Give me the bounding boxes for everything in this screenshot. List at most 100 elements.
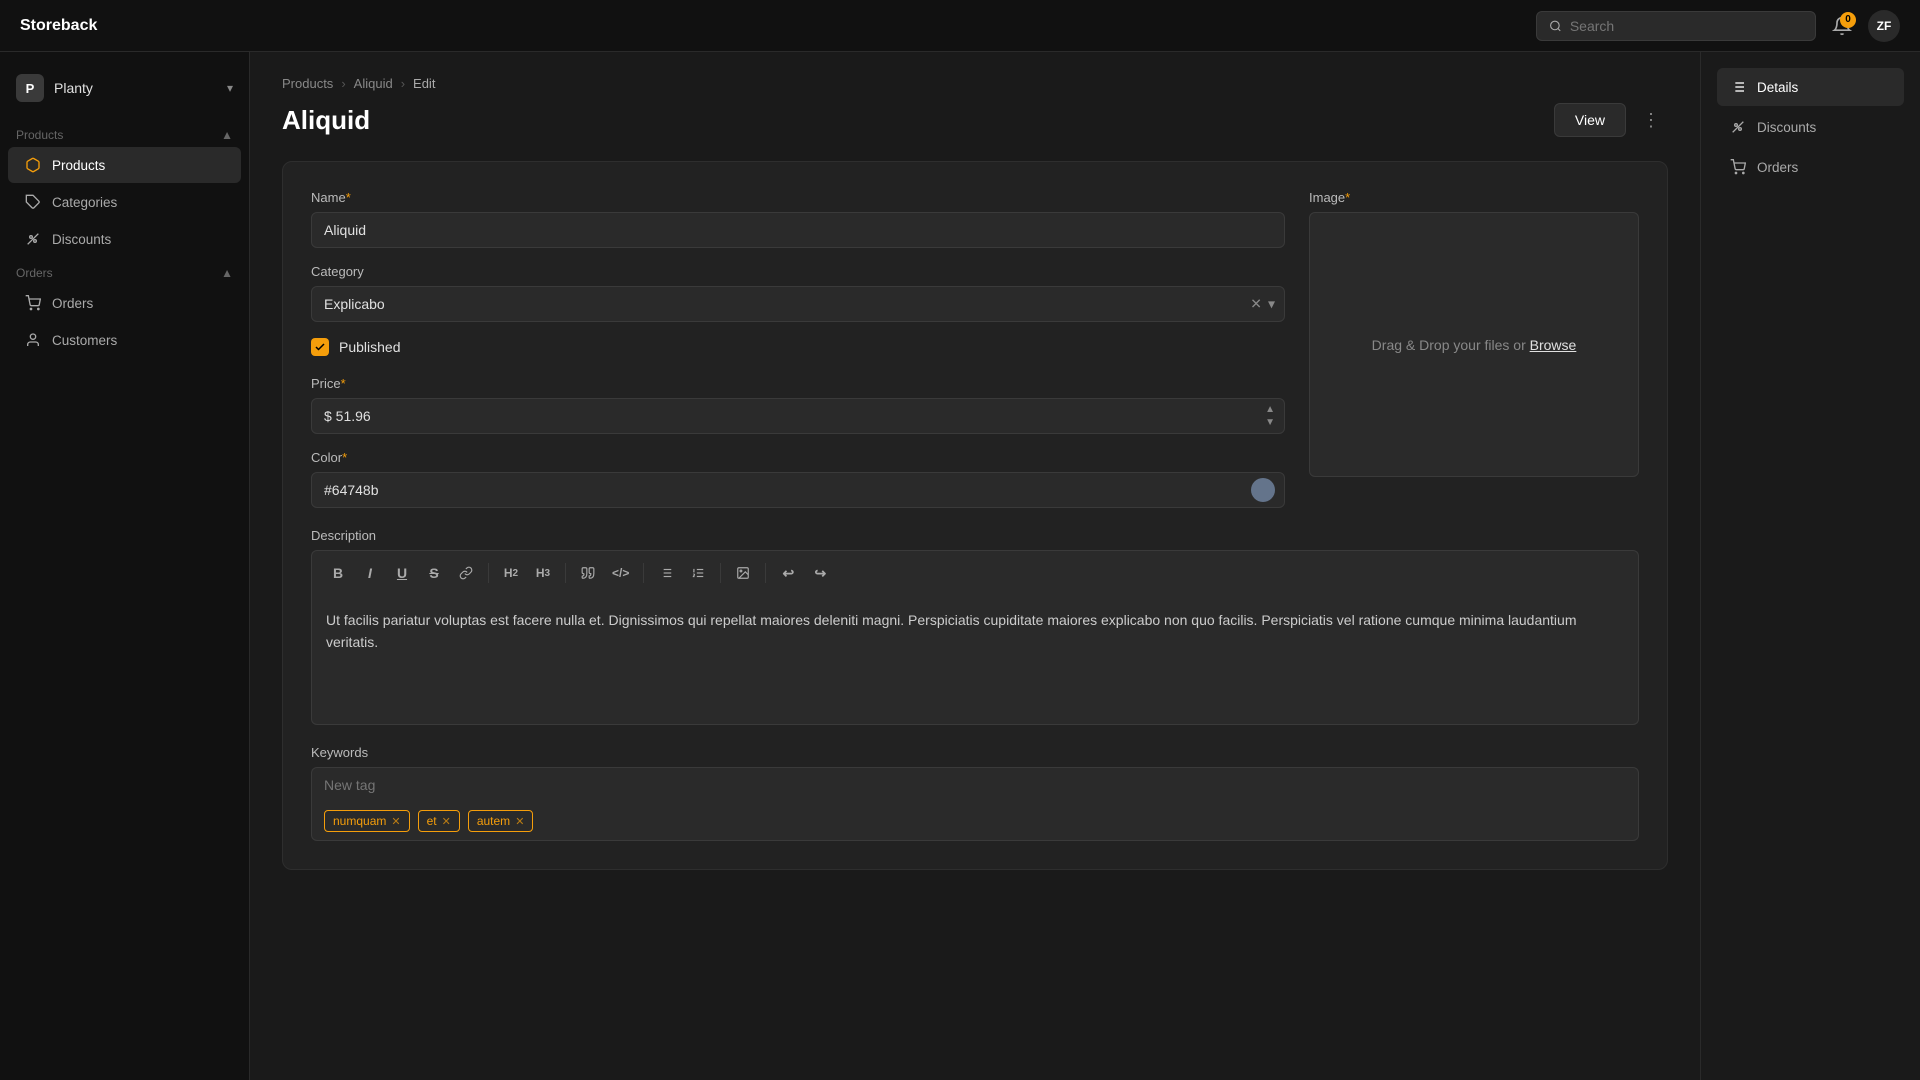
more-options-button[interactable]: ⋮ (1634, 106, 1668, 135)
tag-icon (24, 193, 42, 211)
image-upload-text: Drag & Drop your files or Browse (1372, 337, 1577, 353)
category-label: Category (311, 264, 1285, 279)
bold-button[interactable]: B (324, 559, 352, 587)
breadcrumb: Products › Aliquid › Edit (282, 76, 1668, 91)
ol-button[interactable] (684, 559, 712, 587)
sidebar-item-products[interactable]: Products (8, 147, 241, 183)
undo-button[interactable]: ↩ (774, 559, 802, 587)
page-title: Aliquid (282, 105, 370, 136)
orders-section-label: Orders ▲ (0, 258, 249, 284)
underline-button[interactable]: U (388, 559, 416, 587)
description-editor[interactable]: Ut facilis pariatur voluptas est facere … (311, 595, 1639, 725)
dropdown-icon[interactable]: ▾ (1268, 296, 1275, 313)
sidebar-item-categories[interactable]: Categories (8, 184, 241, 220)
redo-button[interactable]: ↪ (806, 559, 834, 587)
details-icon (1729, 78, 1747, 96)
page-header: Aliquid View ⋮ (282, 103, 1668, 137)
strikethrough-button[interactable]: S (420, 559, 448, 587)
name-input[interactable] (311, 212, 1285, 248)
toolbar-divider-4 (720, 563, 721, 583)
category-value: Explicabo (324, 296, 385, 312)
price-up-icon[interactable]: ▲ (1265, 404, 1275, 415)
name-image-row: Name* Category Explicabo ✕ ▾ (311, 190, 1639, 508)
toolbar-divider-3 (643, 563, 644, 583)
price-spinners: ▲ ▼ (1265, 404, 1275, 428)
sidebar-label-customers: Customers (52, 333, 117, 348)
sidebar-label-products: Products (52, 158, 105, 173)
tag-label: et (427, 814, 437, 828)
color-input[interactable] (311, 472, 1285, 508)
user-avatar[interactable]: ZF (1868, 10, 1900, 42)
breadcrumb-products[interactable]: Products (282, 76, 333, 91)
published-checkbox[interactable] (311, 338, 329, 356)
breadcrumb-aliquid[interactable]: Aliquid (354, 76, 393, 91)
right-panel-details[interactable]: Details (1717, 68, 1904, 106)
shopping-cart-icon (24, 294, 42, 312)
notification-button[interactable]: 0 (1832, 16, 1852, 36)
image-required: * (1345, 190, 1350, 205)
tag-remove-et[interactable]: ✕ (442, 815, 451, 828)
image-upload-area[interactable]: Drag & Drop your files or Browse (1309, 212, 1639, 477)
category-select[interactable]: Explicabo (311, 286, 1285, 322)
user-icon (24, 331, 42, 349)
sidebar-item-customers[interactable]: Customers (8, 322, 241, 358)
tag-remove-autem[interactable]: ✕ (515, 815, 524, 828)
products-section-collapse[interactable]: ▲ (221, 128, 233, 142)
toolbar-divider-2 (565, 563, 566, 583)
keywords-section: Keywords numquam ✕ et ✕ autem ✕ (311, 745, 1639, 841)
tag-autem: autem ✕ (468, 810, 534, 832)
orders-section-collapse[interactable]: ▲ (221, 266, 233, 280)
browse-link[interactable]: Browse (1530, 337, 1577, 353)
image-button[interactable] (729, 559, 757, 587)
store-selector[interactable]: P Planty ▾ (0, 64, 249, 112)
topbar-right: 0 ZF (1536, 10, 1900, 42)
price-input[interactable] (311, 398, 1285, 434)
breadcrumb-sep-2: › (401, 76, 405, 91)
tag-label: autem (477, 814, 510, 828)
clear-icon[interactable]: ✕ (1250, 296, 1262, 313)
breadcrumb-edit: Edit (413, 76, 435, 91)
h2-button[interactable]: H2 (497, 559, 525, 587)
description-section: Description B I U S H2 H3 </> (311, 528, 1639, 725)
sidebar-item-orders[interactable]: Orders (8, 285, 241, 321)
keywords-tags: numquam ✕ et ✕ autem ✕ (311, 802, 1639, 841)
color-swatch[interactable] (1251, 478, 1275, 502)
search-input[interactable] (1570, 18, 1803, 34)
price-down-icon[interactable]: ▼ (1265, 417, 1275, 428)
topbar: Storeback 0 ZF (0, 0, 1920, 52)
price-required: * (341, 376, 346, 391)
tag-et: et ✕ (418, 810, 460, 832)
code-button[interactable]: </> (606, 559, 635, 587)
search-bar[interactable] (1536, 11, 1816, 41)
sidebar-label-categories: Categories (52, 195, 117, 210)
right-panel: Details Discounts Orders (1700, 52, 1920, 1080)
quote-button[interactable] (574, 559, 602, 587)
keywords-input[interactable] (311, 767, 1639, 802)
published-label: Published (339, 339, 401, 355)
right-panel-discounts-label: Discounts (1757, 120, 1816, 135)
toolbar-divider-1 (488, 563, 489, 583)
right-panel-details-label: Details (1757, 80, 1798, 95)
editor-toolbar: B I U S H2 H3 </> (311, 550, 1639, 595)
right-panel-orders[interactable]: Orders (1717, 148, 1904, 186)
color-required: * (342, 450, 347, 465)
category-select-wrapper: Explicabo ✕ ▾ (311, 286, 1285, 322)
link-button[interactable] (452, 559, 480, 587)
view-button[interactable]: View (1554, 103, 1626, 137)
select-controls: ✕ ▾ (1250, 296, 1275, 313)
italic-button[interactable]: I (356, 559, 384, 587)
published-row: Published (311, 338, 1285, 356)
tag-remove-numquam[interactable]: ✕ (391, 815, 400, 828)
name-col: Name* Category Explicabo ✕ ▾ (311, 190, 1285, 508)
sidebar-item-discounts[interactable]: Discounts (8, 221, 241, 257)
h3-button[interactable]: H3 (529, 559, 557, 587)
notification-badge: 0 (1840, 12, 1856, 28)
right-panel-orders-label: Orders (1757, 160, 1798, 175)
price-input-wrapper: ▲ ▼ (311, 398, 1285, 434)
sidebar-label-discounts: Discounts (52, 232, 111, 247)
color-input-wrapper (311, 472, 1285, 508)
ul-button[interactable] (652, 559, 680, 587)
right-panel-discounts[interactable]: Discounts (1717, 108, 1904, 146)
breadcrumb-sep-1: › (341, 76, 345, 91)
orders-panel-icon (1729, 158, 1747, 176)
